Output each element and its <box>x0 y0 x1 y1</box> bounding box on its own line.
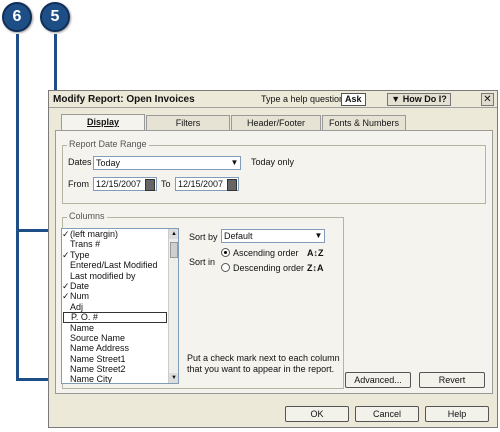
list-item-left-margin[interactable]: ✓(left margin) <box>62 229 168 239</box>
how-do-i-button[interactable]: ▼ How Do I? <box>387 93 451 106</box>
sort-by-value: Default <box>224 231 253 241</box>
dialog-titlebar: Modify Report: Open Invoices Type a help… <box>49 91 497 108</box>
dropdown-arrow-icon: ▼ <box>391 94 403 104</box>
dates-label: Dates <box>68 157 92 167</box>
cancel-button[interactable]: Cancel <box>355 406 419 422</box>
tab-display-label: Display <box>86 117 119 127</box>
columns-legend: Columns <box>67 211 107 221</box>
ok-button[interactable]: OK <box>285 406 349 422</box>
to-label: To <box>161 179 171 189</box>
tab-fonts-numbers[interactable]: Fonts & Numbers <box>322 115 406 130</box>
ask-button[interactable]: Ask <box>341 93 366 106</box>
list-item-label: (left margin) <box>70 229 119 239</box>
list-item-adj[interactable]: Adj <box>62 302 168 312</box>
list-item-label: Date <box>70 280 90 291</box>
columns-scrollbar[interactable]: ▲ ▼ <box>168 229 178 383</box>
callout-5-badge: 5 <box>40 2 70 32</box>
list-item-type[interactable]: ✓Type <box>62 250 168 260</box>
list-item-name[interactable]: Name <box>62 323 168 333</box>
tab-header-footer-label: Header/Footer <box>246 118 306 128</box>
help-question-prompt: Type a help question <box>261 94 345 104</box>
report-date-range-legend: Report Date Range <box>67 139 149 149</box>
help-button[interactable]: Help <box>425 406 489 422</box>
scroll-up-icon[interactable]: ▲ <box>169 229 178 239</box>
list-item-source-name[interactable]: Source Name <box>62 333 168 343</box>
list-item-label: Name Address <box>70 343 130 354</box>
chevron-down-icon: ▼ <box>230 158 239 167</box>
tab-display[interactable]: Display <box>61 114 145 131</box>
columns-hint-line1: Put a check mark next to each column <box>187 353 340 363</box>
to-date-value: 12/15/2007 <box>178 179 224 189</box>
from-date-value: 12/15/2007 <box>96 179 142 189</box>
list-item-last-modified-by[interactable]: Last modified by <box>62 271 168 281</box>
calendar-icon[interactable] <box>145 179 155 191</box>
close-icon[interactable]: ✕ <box>481 93 494 106</box>
check-icon: ✓ <box>62 249 70 260</box>
sort-ascending-icon: A↕Z <box>307 248 324 258</box>
dates-value: Today <box>96 158 121 168</box>
list-item-label: Last modified by <box>70 270 136 281</box>
list-item-label: Name Street2 <box>70 364 126 375</box>
list-item-name-street1[interactable]: Name Street1 <box>62 354 168 364</box>
descending-order-radio[interactable] <box>221 263 230 272</box>
revert-button[interactable]: Revert <box>419 372 485 388</box>
list-item-label: Source Name <box>70 332 126 343</box>
callout-6-line-vertical <box>16 34 19 381</box>
chevron-down-icon: ▼ <box>314 231 323 240</box>
sort-in-label: Sort in <box>189 257 216 267</box>
list-item-name-city[interactable]: Name City <box>62 374 168 384</box>
columns-list[interactable]: ✓(left margin) Trans # ✓Type Entered/Las… <box>61 228 179 384</box>
ascending-order-radio[interactable] <box>221 248 230 257</box>
sort-by-label: Sort by <box>189 232 218 242</box>
list-item-label: Trans # <box>70 239 101 250</box>
list-item-date[interactable]: ✓Date <box>62 281 168 291</box>
columns-hint: Put a check mark next to each column tha… <box>187 353 347 375</box>
list-item-label: P. O. # <box>71 312 98 323</box>
list-item-name-street2[interactable]: Name Street2 <box>62 364 168 374</box>
list-item-po-num[interactable]: P. O. # <box>63 312 167 323</box>
dates-dropdown[interactable]: Today ▼ <box>93 156 241 170</box>
dialog-title: Modify Report: Open Invoices <box>53 94 195 105</box>
check-icon: ✓ <box>62 229 70 239</box>
list-item-label: Adj <box>70 301 84 312</box>
sort-descending-icon: Z↕A <box>307 263 324 273</box>
from-label: From <box>68 179 89 189</box>
check-icon: ✓ <box>62 280 70 291</box>
list-item-entered-last-modified[interactable]: Entered/Last Modified <box>62 260 168 270</box>
modify-report-dialog: Modify Report: Open Invoices Type a help… <box>48 90 498 428</box>
advanced-button[interactable]: Advanced... <box>345 372 411 388</box>
how-do-i-label: How Do I? <box>402 94 447 104</box>
ascending-order-label[interactable]: Ascending order <box>233 248 299 258</box>
columns-hint-line2: that you want to appear in the report. <box>187 364 335 374</box>
scroll-down-icon[interactable]: ▼ <box>169 373 178 383</box>
list-item-name-address[interactable]: Name Address <box>62 343 168 353</box>
list-item-label: Num <box>70 291 90 302</box>
list-item-label: Name <box>70 322 95 333</box>
tab-filters[interactable]: Filters <box>146 115 230 130</box>
list-item-label: Name City <box>70 374 113 384</box>
dates-note: Today only <box>251 157 295 167</box>
scroll-thumb[interactable] <box>170 242 178 258</box>
sort-by-dropdown[interactable]: Default ▼ <box>221 229 325 243</box>
tab-filters-label: Filters <box>175 118 201 128</box>
from-date-field[interactable]: 12/15/2007 <box>93 177 157 191</box>
report-date-range-group: Report Date Range Dates Today ▼ Today on… <box>62 139 486 204</box>
list-item-label: Entered/Last Modified <box>70 260 158 271</box>
check-icon: ✓ <box>62 291 70 302</box>
list-item-label: Type <box>70 249 90 260</box>
tab-header-footer[interactable]: Header/Footer <box>231 115 321 130</box>
list-item-trans-num[interactable]: Trans # <box>62 239 168 249</box>
calendar-icon[interactable] <box>227 179 237 191</box>
list-item-label: Name Street1 <box>70 353 126 364</box>
descending-order-label[interactable]: Descending order <box>233 263 304 273</box>
list-item-num[interactable]: ✓Num <box>62 291 168 301</box>
to-date-field[interactable]: 12/15/2007 <box>175 177 239 191</box>
tab-fonts-numbers-label: Fonts & Numbers <box>328 118 400 128</box>
callout-6-badge: 6 <box>2 2 32 32</box>
